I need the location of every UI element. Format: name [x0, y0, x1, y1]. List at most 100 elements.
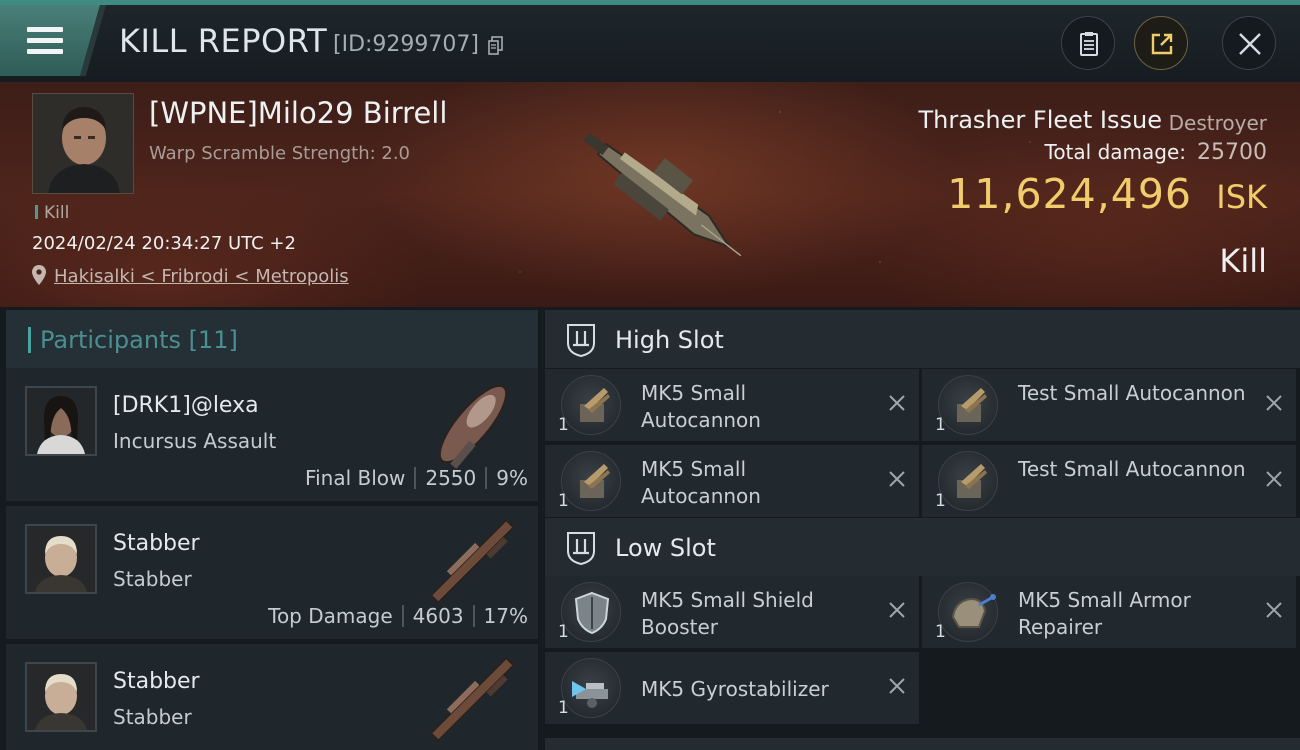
module-item[interactable]: 1 MK5 Small Autocannon [545, 445, 919, 517]
module-quantity: 1 [935, 491, 946, 511]
high-slot-title: High Slot [615, 326, 724, 354]
close-icon [1239, 33, 1261, 55]
victim-portrait[interactable] [32, 93, 134, 194]
total-damage-value: 25700 [1197, 140, 1267, 165]
remove-icon[interactable] [887, 469, 907, 489]
module-item[interactable]: 1 MK5 Small Armor Repairer [922, 576, 1296, 648]
module-quantity: 1 [935, 415, 946, 435]
remove-icon[interactable] [887, 676, 907, 696]
module-item[interactable]: 1 MK5 Gyrostabilizer [545, 652, 919, 724]
participant-card[interactable]: [DRK1]@lexa Incursus Assault Final Blow 2… [6, 368, 538, 501]
stats-divider [485, 467, 488, 489]
close-button[interactable] [1222, 16, 1276, 70]
remove-icon[interactable] [1264, 469, 1284, 489]
module-name: MK5 Gyrostabilizer [641, 677, 829, 701]
low-slot-header: Low Slot [545, 518, 1300, 576]
participant-damage: 2550 [425, 466, 477, 490]
menu-icon [27, 27, 63, 55]
kill-datetime: 2024/02/24 20:34:27 UTC +2 [32, 233, 296, 254]
module-quantity: 1 [558, 698, 569, 718]
armor-repairer-icon [938, 582, 998, 642]
participant-tag: Top Damage [268, 604, 393, 628]
header-accent-line [0, 0, 1300, 5]
module-quantity: 1 [558, 415, 569, 435]
participant-stats: Final Blow 2550 9% [305, 466, 528, 490]
participant-card[interactable]: Stabber Stabber [6, 644, 538, 750]
stats-divider [414, 467, 417, 489]
participant-damage: 4603 [412, 604, 464, 628]
isk-unit: ISK [1216, 178, 1267, 216]
participant-name: Stabber [113, 669, 200, 694]
remove-icon[interactable] [887, 393, 907, 413]
next-slot-header [545, 738, 1300, 750]
stats-divider [472, 605, 475, 627]
share-icon [1151, 33, 1173, 55]
victim-name[interactable]: [WPNE]Milo29 Birrell [149, 96, 447, 130]
copy-icon[interactable] [488, 36, 503, 55]
victim-ship-name[interactable]: Thrasher Fleet Issue [918, 106, 1162, 134]
participant-damage-percent: 17% [483, 604, 528, 628]
participant-tag: Final Blow [305, 466, 406, 490]
clipboard-icon [1080, 32, 1098, 56]
participants-panel: Participants [11] [DRK1]@lexa Incursus A… [0, 307, 542, 750]
clipboard-button[interactable] [1061, 16, 1115, 70]
participant-stats: Top Damage 4603 17% [268, 604, 528, 628]
module-item[interactable]: 1 MK5 Small Autocannon [545, 369, 919, 441]
module-name: MK5 Small Armor Repairer [1018, 588, 1191, 639]
fitting-panel: High Slot 1 MK5 Small Autocannon 1 Test … [543, 307, 1300, 750]
participant-ship: Stabber [113, 567, 192, 591]
participants-header: Participants [11] [6, 310, 538, 368]
participant-ship-image [438, 384, 508, 469]
participant-name: [DRK1]@lexa [113, 393, 259, 418]
participant-name: Stabber [113, 531, 200, 556]
module-name: Test Small Autocannon [1018, 381, 1246, 405]
gyrostabilizer-icon [561, 658, 621, 718]
autocannon-icon [938, 451, 998, 511]
participant-ship-image [430, 657, 515, 742]
low-slot-icon [567, 532, 595, 565]
stats-divider [401, 605, 404, 627]
victim-summary: [WPNE]Milo29 Birrell Warp Scramble Stren… [0, 82, 1300, 307]
participant-card[interactable]: Stabber Stabber Top Damage 4603 17% [6, 506, 538, 639]
module-quantity: 1 [935, 622, 946, 642]
participant-ship: Incursus Assault [113, 429, 277, 453]
kill-report-header: KILL REPORT [ID:9299707] [0, 0, 1300, 82]
kill-result: Kill [1219, 242, 1267, 280]
remove-icon[interactable] [887, 600, 907, 620]
victim-ship-image [583, 132, 742, 257]
isk-value: 11,624,496 [947, 170, 1192, 218]
share-button[interactable] [1134, 16, 1188, 70]
module-quantity: 1 [558, 622, 569, 642]
high-slot-icon [567, 324, 595, 357]
module-quantity: 1 [558, 491, 569, 511]
report-id: [ID:9299707] [333, 32, 479, 57]
kill-type-tag: Kill [35, 203, 69, 223]
participant-damage-percent: 9% [496, 466, 528, 490]
warp-scramble-strength: Warp Scramble Strength: 2.0 [149, 143, 411, 164]
remove-icon[interactable] [1264, 600, 1284, 620]
participants-title: Participants [11] [40, 326, 238, 354]
module-item[interactable]: 1 MK5 Small Shield Booster [545, 576, 919, 648]
module-name: MK5 Small Shield Booster [641, 588, 814, 639]
avatar [25, 524, 97, 594]
page-title: KILL REPORT [119, 22, 328, 60]
module-name: Test Small Autocannon [1018, 457, 1246, 481]
victim-ship-class: Destroyer [1168, 111, 1267, 135]
high-slot-header: High Slot [545, 310, 1300, 368]
module-name: MK5 Small Autocannon [641, 381, 761, 432]
shield-booster-icon [561, 582, 621, 642]
participant-ship: Stabber [113, 705, 192, 729]
module-item[interactable]: 1 Test Small Autocannon [922, 369, 1296, 441]
total-damage-label: Total damage: [1044, 140, 1187, 164]
participants-header-accent [28, 327, 31, 353]
autocannon-icon [561, 451, 621, 511]
autocannon-icon [938, 375, 998, 435]
participant-ship-image [430, 519, 515, 604]
location-pin-icon [32, 265, 46, 285]
module-item[interactable]: 1 Test Small Autocannon [922, 445, 1296, 517]
avatar [25, 662, 97, 732]
autocannon-icon [561, 375, 621, 435]
low-slot-title: Low Slot [615, 534, 716, 562]
location-link[interactable]: Hakisalki < Fribrodi < Metropolis [54, 266, 349, 287]
remove-icon[interactable] [1264, 393, 1284, 413]
